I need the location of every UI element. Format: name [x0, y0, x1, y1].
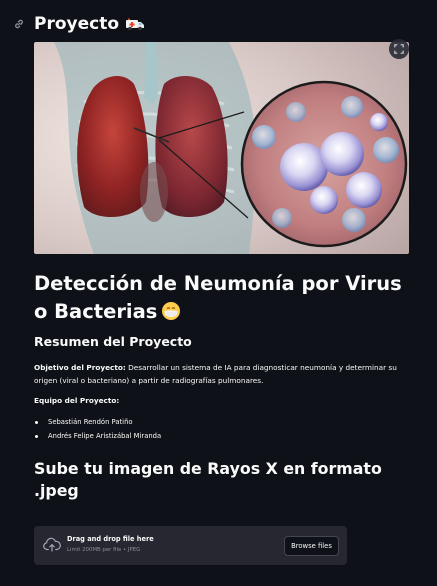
- objective-paragraph: Objetivo del Proyecto: Desarrollar un si…: [34, 361, 399, 387]
- ambulance-icon: [126, 18, 145, 31]
- browse-files-button[interactable]: Browse files: [284, 536, 339, 556]
- cloud-upload-icon: [43, 537, 61, 552]
- page-title-text: Proyecto: [34, 14, 120, 34]
- page-title: Proyecto: [34, 12, 145, 36]
- app-page: Proyecto Detección de Neumonía por Virus…: [0, 0, 437, 586]
- list-item: Sebastián Rendón Patiño: [34, 415, 161, 429]
- link-icon[interactable]: [11, 16, 27, 32]
- team-list: Sebastián Rendón Patiño Andrés Felipe Ar…: [34, 415, 161, 443]
- main-heading: Detección de Neumonía por Virus o Bacter…: [34, 270, 409, 326]
- upload-heading: Sube tu imagen de Rayos X en formato .jp…: [34, 459, 382, 500]
- drop-title: Drag and drop file here: [67, 535, 154, 543]
- list-item: Andrés Felipe Aristizábal Miranda: [34, 429, 161, 443]
- face-with-mask-icon: [162, 302, 181, 320]
- expand-icon[interactable]: [389, 39, 409, 59]
- file-uploader-dropzone[interactable]: Drag and drop file here Limit 200MB per …: [34, 526, 347, 565]
- team-label: Equipo del Proyecto:: [34, 396, 120, 405]
- file-limit-text: Limit 200MB per file • JPEG: [67, 547, 141, 553]
- objective-label: Objetivo del Proyecto:: [34, 363, 126, 372]
- hero-image: [34, 42, 409, 254]
- main-heading-text: Detección de Neumonía por Virus o Bacter…: [34, 272, 402, 323]
- summary-title: Resumen del Proyecto: [34, 334, 192, 349]
- lungs-bacteria-illustration: [34, 42, 409, 254]
